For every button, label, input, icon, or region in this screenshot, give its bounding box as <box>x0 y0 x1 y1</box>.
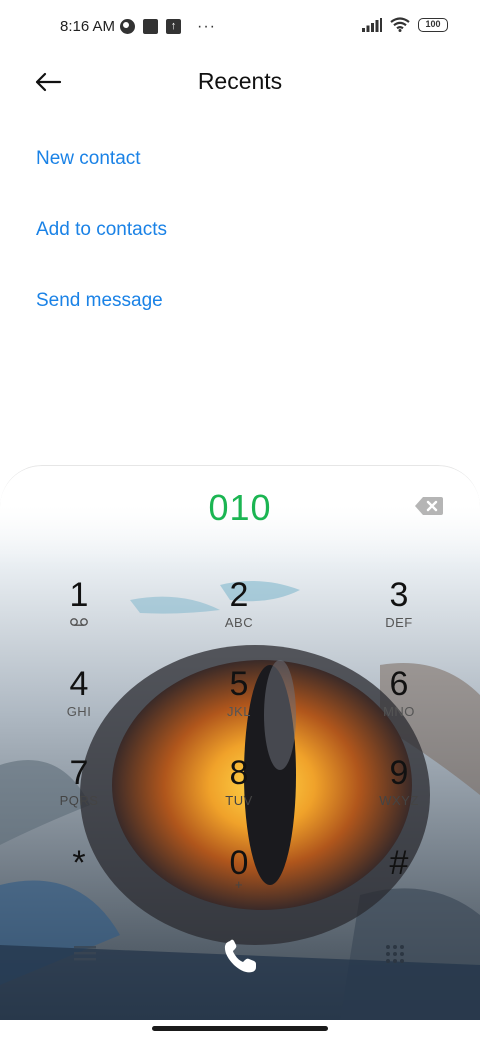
key-9[interactable]: 9 WXYZ <box>339 755 459 835</box>
status-bar: 8:16 AM ↑ ··· 100 <box>0 0 480 56</box>
key-3[interactable]: 3 DEF <box>339 577 459 657</box>
key-letters: MNO <box>383 704 415 719</box>
dialpad-toggle-button[interactable] <box>384 943 406 965</box>
navigation-bar <box>0 1020 480 1040</box>
add-to-contacts-link[interactable]: Add to contacts <box>36 219 167 241</box>
vpn-circle-icon <box>120 19 135 34</box>
voicemail-icon <box>70 618 88 626</box>
key-digit: 3 <box>389 576 409 614</box>
call-button[interactable] <box>216 933 264 981</box>
backspace-icon <box>415 497 443 515</box>
key-letters: + <box>234 877 244 892</box>
new-contact-link[interactable]: New contact <box>36 148 141 170</box>
key-star[interactable]: * <box>19 845 139 925</box>
call-icon <box>224 939 256 973</box>
key-digit: * <box>72 844 86 882</box>
key-digit: 7 <box>69 754 89 792</box>
menu-button[interactable] <box>72 943 98 963</box>
status-system-icons: 100 <box>362 17 448 32</box>
upload-notification-icon: ↑ <box>166 19 181 34</box>
key-5[interactable]: 5 JKL <box>179 666 299 746</box>
send-message-link[interactable]: Send message <box>36 290 163 312</box>
key-0[interactable]: 0 + <box>179 845 299 925</box>
key-digit: 5 <box>229 665 249 703</box>
more-notifications-indicator: ··· <box>197 17 216 35</box>
key-digit: 0 <box>229 844 249 882</box>
home-indicator[interactable] <box>152 1026 328 1031</box>
key-6[interactable]: 6 MNO <box>339 666 459 746</box>
header: Recents <box>0 56 480 108</box>
key-digit: 4 <box>69 665 89 703</box>
dialpad-icon <box>386 945 404 963</box>
key-4[interactable]: 4 GHI <box>19 666 139 746</box>
signal-icon <box>362 17 382 32</box>
wifi-icon <box>390 17 410 32</box>
key-digit: 6 <box>389 665 409 703</box>
dialer-panel: 010 1 2 ABC 3 DEF 4 GHI 5 JKL 6 MNO 7 PQ… <box>0 465 480 1020</box>
status-notification-icons: ↑ ··· <box>120 17 216 35</box>
dial-number-display[interactable]: 010 <box>0 487 480 529</box>
key-letters: ABC <box>224 615 254 630</box>
status-time: 8:16 AM <box>60 18 116 35</box>
page-title: Recents <box>197 68 283 94</box>
key-8[interactable]: 8 TUV <box>179 755 299 835</box>
backspace-button[interactable] <box>414 495 444 517</box>
key-digit: 1 <box>69 576 89 614</box>
key-7[interactable]: 7 PQRS <box>19 755 139 835</box>
square-notification-icon <box>143 19 158 34</box>
key-letters: TUV <box>225 793 253 808</box>
key-letters: GHI <box>66 704 92 719</box>
key-hash[interactable]: # <box>339 845 459 925</box>
key-letters: WXYZ <box>379 793 419 808</box>
key-digit: 8 <box>229 754 249 792</box>
key-letters: PQRS <box>59 793 99 808</box>
key-2[interactable]: 2 ABC <box>179 577 299 657</box>
key-digit: # <box>389 844 409 882</box>
key-1[interactable]: 1 <box>19 577 139 657</box>
key-digit: 2 <box>229 576 249 614</box>
key-letters: DEF <box>385 615 413 630</box>
battery-icon: 100 <box>418 17 448 32</box>
key-letters: JKL <box>227 704 251 719</box>
menu-icon <box>74 946 96 961</box>
key-digit: 9 <box>389 754 409 792</box>
